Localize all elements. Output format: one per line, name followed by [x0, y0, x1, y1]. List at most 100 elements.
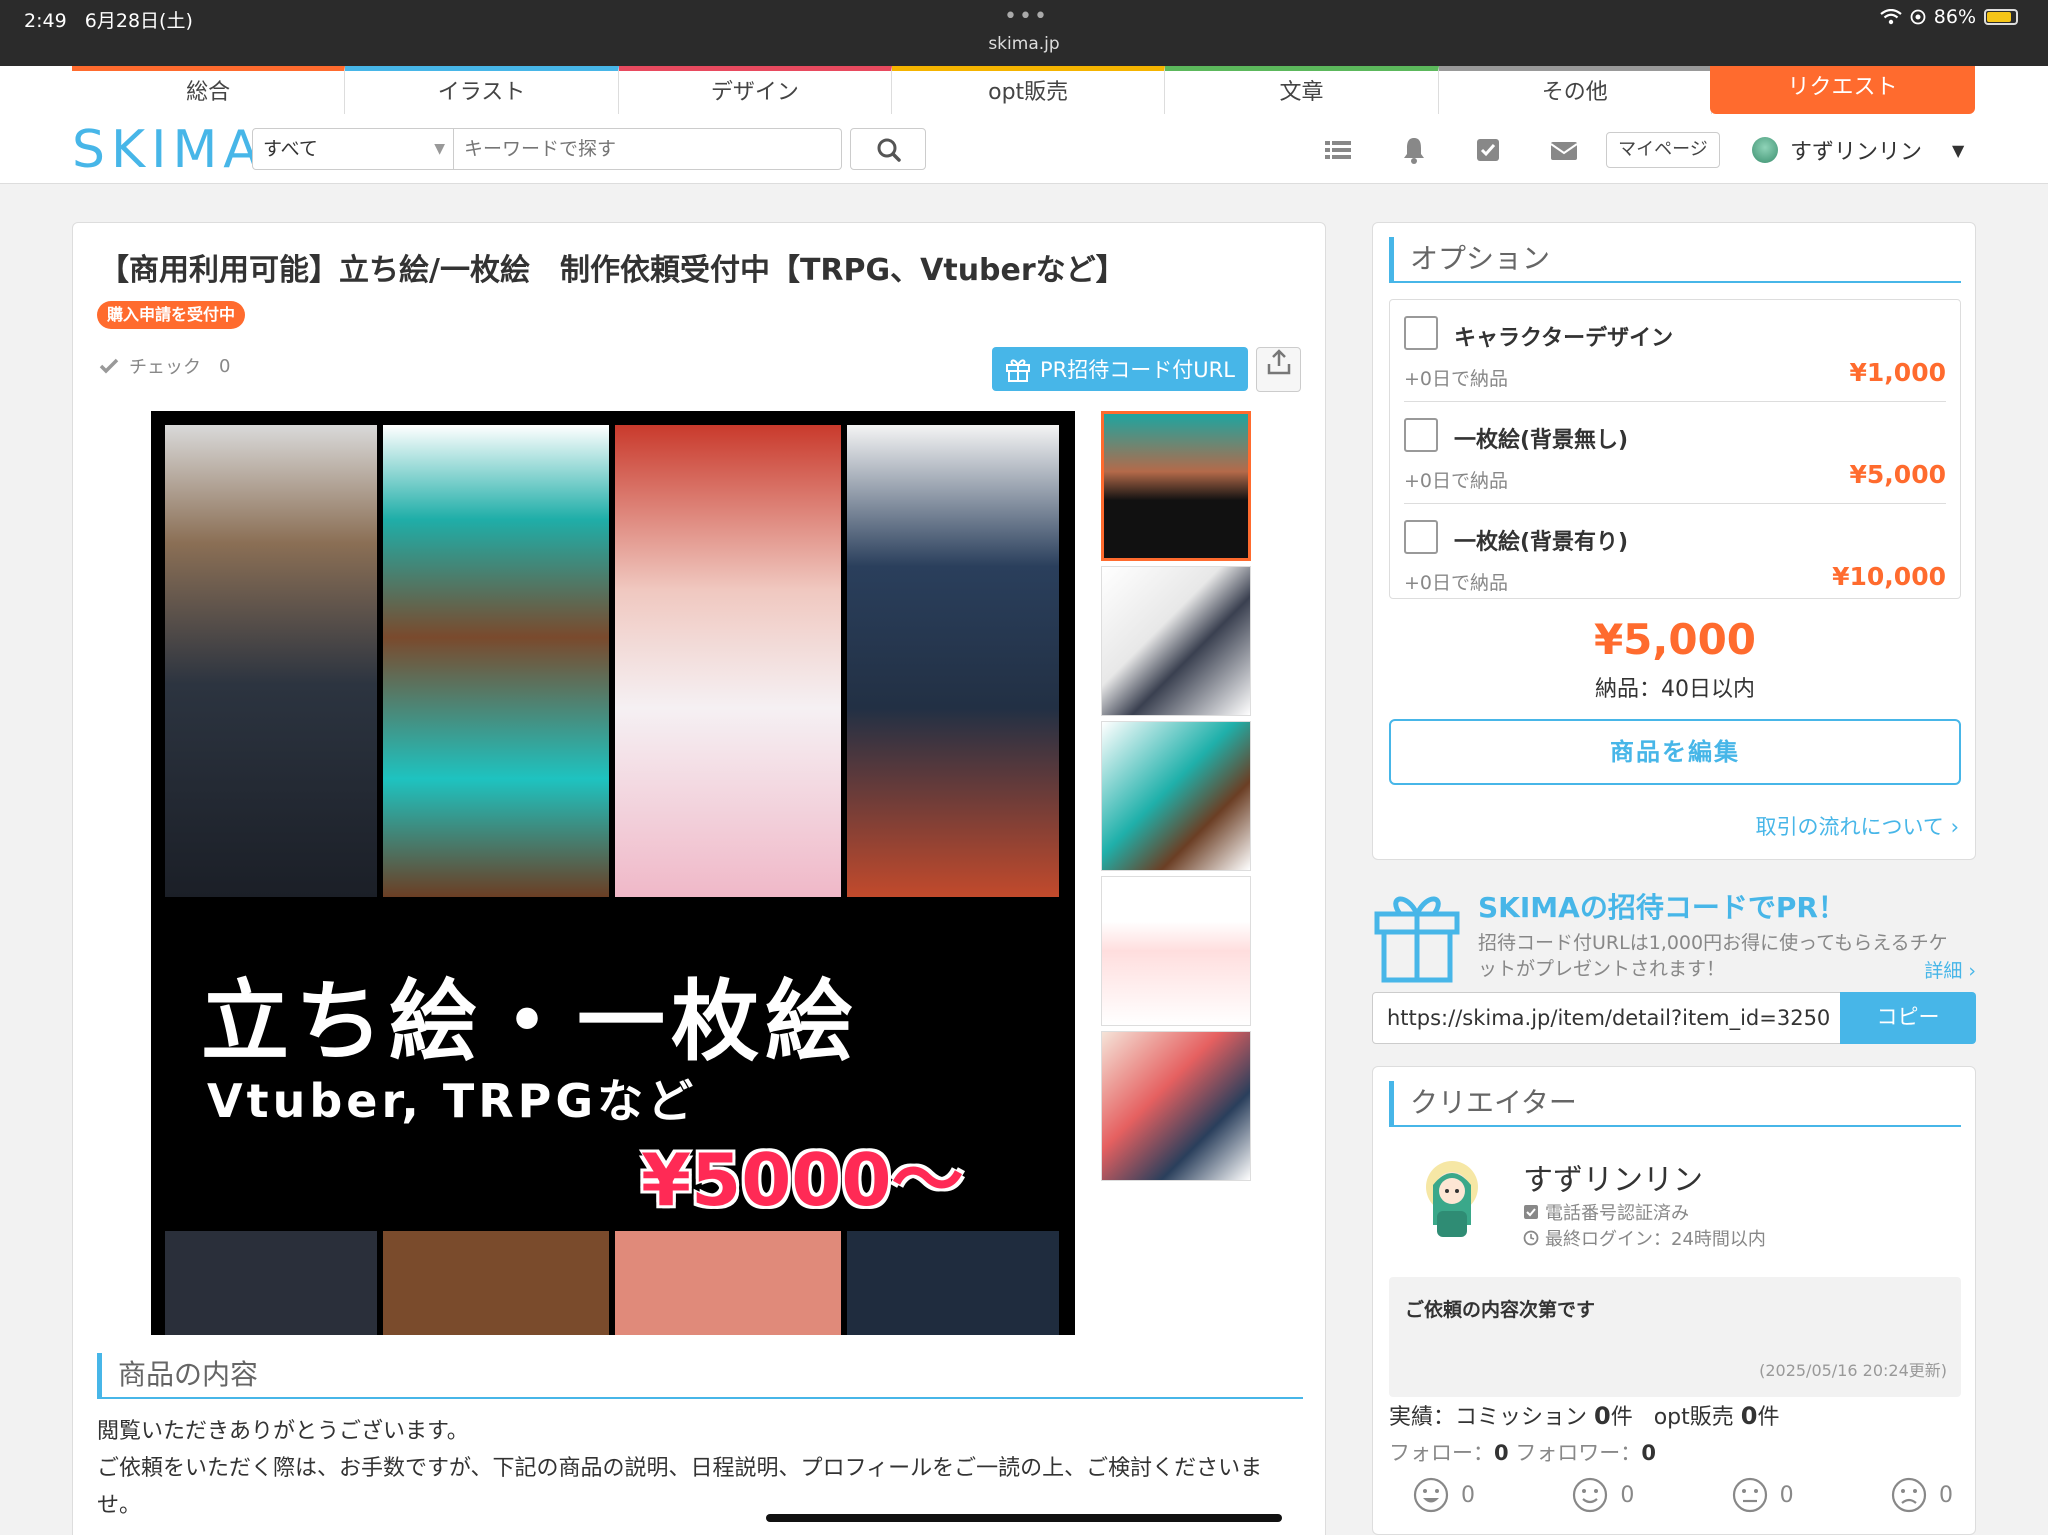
section-title-content: 商品の内容 — [97, 1353, 1303, 1399]
options-card: オプション キャラクターデザイン +0日で納品 ¥1,000 一枚絵(背景無し)… — [1372, 222, 1976, 860]
avatar[interactable] — [1413, 1155, 1491, 1241]
option-checkbox[interactable] — [1404, 418, 1438, 452]
creator-name[interactable]: すずリンリン — [1523, 1155, 1703, 1199]
rating-very-good: 0 — [1413, 1477, 1475, 1513]
very-happy-face-icon — [1413, 1477, 1449, 1513]
total-price: ¥5,000 — [1593, 615, 1757, 664]
creator-message: ご依頼の内容次第です (2025/05/16 20:24更新) — [1389, 1277, 1961, 1397]
caret-down-icon: ▼ — [1952, 140, 1965, 160]
item-description: 閲覧いただきありがとうございます。 ご依頼をいただく際は、お手数ですが、下記の商… — [97, 1419, 1263, 1518]
check-icon — [99, 358, 119, 374]
search-icon — [877, 138, 901, 162]
item-card: 【商用利用可能】立ち絵/一枚絵 制作依頼受付中【TRPG、Vtuberなど】 購… — [72, 222, 1326, 1535]
transaction-flow-link[interactable]: 取引の流れについて › — [1756, 811, 1959, 841]
battery-percent: 86% — [1933, 6, 1976, 28]
dropdown-arrow-icon: ▼ — [434, 141, 445, 157]
copy-button[interactable]: コピー — [1840, 992, 1976, 1044]
tab-opt[interactable]: opt販売 — [891, 66, 1166, 114]
tab-writing[interactable]: 文章 — [1165, 66, 1439, 114]
user-menu[interactable]: すずリンリン ▼ — [1752, 130, 1964, 170]
follow-stats: フォロー：0 フォロワー：0 — [1389, 1441, 1656, 1465]
check-square-icon — [1524, 1205, 1538, 1219]
status-bar: 2:49 6月28日(土) ••• skima.jp 86% — [0, 0, 2048, 66]
list-icon[interactable] — [1322, 134, 1354, 166]
rating-good: 0 — [1572, 1477, 1634, 1513]
search-input[interactable] — [454, 128, 842, 170]
search-button[interactable] — [850, 128, 926, 170]
checkbox-icon[interactable] — [1472, 134, 1504, 166]
creator-title: クリエイター — [1389, 1081, 1961, 1127]
panel-1 — [165, 425, 377, 897]
wifi-icon — [1880, 9, 1902, 25]
item-title: 【商用利用可能】立ち絵/一枚絵 制作依頼受付中【TRPG、Vtuberなど】 — [99, 253, 1126, 288]
status-time: 2:49 6月28日(土) — [24, 10, 193, 32]
option-checkbox[interactable] — [1404, 520, 1438, 554]
clock-icon — [1523, 1230, 1539, 1246]
search-scope-select[interactable]: すべて ▼ — [252, 128, 454, 170]
category-tabs: 総合 イラスト デザイン opt販売 文章 その他 — [72, 66, 1712, 114]
share-icon — [1267, 349, 1290, 375]
mail-icon[interactable] — [1548, 134, 1580, 166]
edit-item-button[interactable]: 商品を編集 — [1389, 719, 1961, 785]
mypage-button[interactable]: マイページ — [1606, 132, 1720, 168]
site-logo[interactable]: SKIMA — [72, 120, 265, 180]
panel-2 — [383, 425, 609, 897]
image-price: ¥5000～ — [641, 1138, 964, 1222]
rating-bad: 0 — [1891, 1477, 1953, 1513]
image-strip-1 — [165, 1231, 377, 1335]
battery-icon — [1984, 9, 2018, 25]
home-indicator[interactable] — [766, 1514, 1282, 1522]
gift-icon — [1006, 359, 1030, 382]
image-strip-3 — [615, 1231, 841, 1335]
location-icon — [1910, 9, 1926, 25]
sad-face-icon — [1891, 1477, 1927, 1513]
check-button[interactable]: チェック 0 — [99, 353, 230, 379]
tab-all[interactable]: 総合 — [72, 66, 346, 114]
image-strip-2 — [383, 1231, 609, 1335]
creator-stats: 実績：コミッション 0件 opt販売 0件 — [1389, 1402, 1780, 1430]
site-header: 総合 イラスト デザイン opt販売 文章 その他 リクエスト SKIMA すべ… — [0, 66, 2048, 184]
image-headline: 立ち絵・一枚絵 — [201, 970, 860, 1073]
thumbnail[interactable] — [1101, 566, 1251, 716]
option-checkbox[interactable] — [1404, 316, 1438, 350]
avatar — [1752, 137, 1778, 163]
main-image[interactable]: 立ち絵・一枚絵 Vtuber, TRPGなど ¥5000～ — [151, 411, 1075, 1335]
image-subtitle: Vtuber, TRPGなど — [207, 1074, 698, 1128]
thumbnail[interactable] — [1101, 721, 1251, 871]
phone-verified: 電話番号認証済み — [1523, 1199, 1689, 1225]
options-title: オプション — [1389, 237, 1961, 283]
invite-title: SKIMAの招待コードでPR！ — [1478, 891, 1846, 924]
delivery-time: 納品：40日以内 — [1595, 677, 1755, 702]
creator-card: クリエイター すずリンリン 電話番号認証済み 最終ログイン：24時間以内 ご依頼… — [1372, 1066, 1976, 1535]
rating-neutral: 0 — [1732, 1477, 1794, 1513]
invite-details-link[interactable]: 詳細 › — [1924, 956, 1976, 983]
image-strip-4 — [847, 1231, 1059, 1335]
last-login: 最終ログイン：24時間以内 — [1523, 1225, 1766, 1251]
option-item[interactable]: キャラクターデザイン +0日で納品 ¥1,000 — [1404, 300, 1946, 402]
tab-illust[interactable]: イラスト — [345, 66, 619, 114]
tab-dots-icon[interactable]: ••• — [1004, 4, 1049, 29]
option-item[interactable]: 一枚絵(背景無し) +0日で納品 ¥5,000 — [1404, 402, 1946, 504]
share-button[interactable] — [1256, 347, 1301, 392]
option-item[interactable]: 一枚絵(背景有り) +0日で納品 ¥10,000 — [1404, 504, 1946, 598]
neutral-face-icon — [1732, 1477, 1767, 1513]
panel-3 — [615, 425, 841, 897]
request-button[interactable]: リクエスト — [1710, 66, 1975, 114]
thumbnail[interactable] — [1101, 876, 1251, 1026]
invite-section: SKIMAの招待コードでPR！ 招待コード付URLは1,000円お得に使ってもら… — [1372, 884, 1976, 1044]
user-name: すずリンリン — [1790, 140, 1923, 165]
options-list: キャラクターデザイン +0日で納品 ¥1,000 一枚絵(背景無し) +0日で納… — [1389, 299, 1961, 599]
thumbnail[interactable] — [1101, 1031, 1251, 1181]
pr-url-button[interactable]: PR招待コード付URL — [992, 347, 1248, 391]
tab-design[interactable]: デザイン — [618, 66, 892, 114]
invite-url-field[interactable]: https://skima.jp/item/detail?item_id=325… — [1372, 992, 1842, 1044]
ratings-row: 0 0 0 0 — [1413, 1477, 1953, 1513]
status-right: 86% — [1880, 6, 2018, 28]
tab-other[interactable]: その他 — [1438, 66, 1712, 114]
invite-description: 招待コード付URLは1,000円お得に使ってもらえるチケットがプレゼントされます… — [1478, 932, 1948, 980]
thumbnail[interactable] — [1101, 411, 1251, 561]
bell-icon[interactable] — [1398, 134, 1430, 166]
panel-4 — [847, 425, 1059, 897]
happy-face-icon — [1573, 1477, 1608, 1513]
browser-url[interactable]: skima.jp — [0, 34, 2048, 54]
